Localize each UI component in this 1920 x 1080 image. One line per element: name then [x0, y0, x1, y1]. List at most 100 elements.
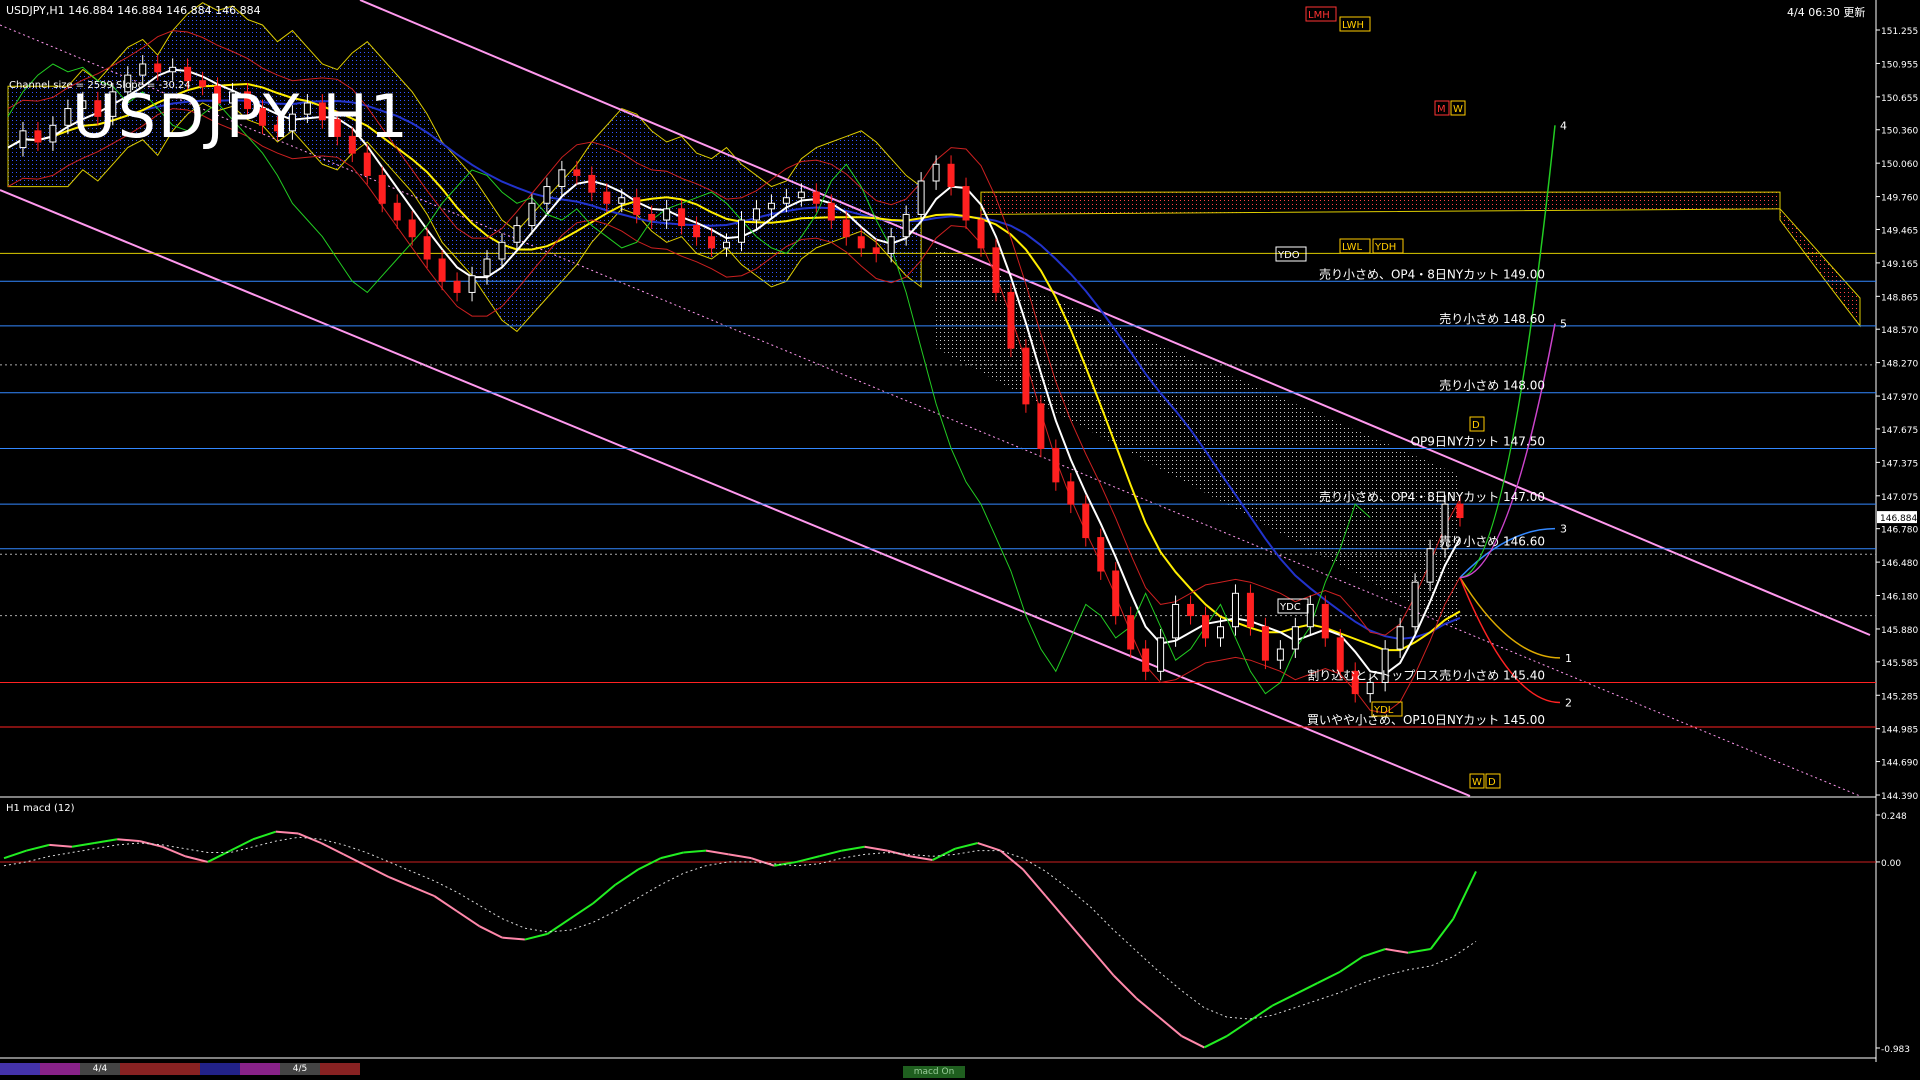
- candle-body: [1276, 648, 1284, 661]
- marker-label: YDO: [1277, 250, 1300, 261]
- macd-line-seg: [954, 842, 979, 850]
- macd-line-seg: [1181, 1035, 1205, 1049]
- candle-body: [1172, 603, 1180, 639]
- macd-line-seg: [705, 849, 729, 856]
- time-tab[interactable]: [320, 1063, 360, 1075]
- candle-body: [423, 236, 431, 260]
- level-label: 売り小さめ 148.60: [1439, 311, 1545, 326]
- macd-line-seg: [1090, 948, 1115, 977]
- projection-label: 4: [1560, 119, 1567, 132]
- candle-body: [797, 191, 805, 199]
- macd-line-seg: [1248, 1004, 1273, 1022]
- candle-body: [842, 219, 850, 238]
- price-tick-label: 151.255: [1881, 27, 1918, 37]
- update-time: 4/4 06:30 更新: [1787, 6, 1866, 19]
- macd-line-seg: [71, 842, 95, 848]
- marker-label: W: [1472, 777, 1482, 788]
- price-tick-label: 146.480: [1881, 559, 1918, 569]
- time-tab[interactable]: 4/5: [280, 1063, 320, 1075]
- candle-body: [1142, 648, 1150, 672]
- candle-body: [453, 280, 461, 293]
- price-tick-label: 146.180: [1881, 593, 1918, 603]
- macd-line-seg: [411, 885, 435, 897]
- time-tab[interactable]: 4/4: [80, 1063, 120, 1075]
- macd-line-seg: [660, 851, 684, 860]
- macd-line-seg: [343, 853, 367, 867]
- time-tab[interactable]: [160, 1063, 200, 1075]
- macd-axis: 0.248 0.00 -0.983: [1876, 812, 1910, 1055]
- projection-label: 1: [1565, 652, 1572, 665]
- level-label: 売り小さめ、OP4・8日NYカット 149.00: [1319, 266, 1545, 281]
- level-label: OP9日NYカット 147.50: [1411, 434, 1545, 448]
- candle-body: [663, 208, 671, 221]
- macd-line-seg: [932, 847, 956, 861]
- candle-body: [1022, 347, 1030, 405]
- marker-label: YDH: [1374, 242, 1396, 253]
- candle-body: [588, 174, 596, 193]
- macd-line-seg: [728, 853, 752, 860]
- marker-label: YDL: [1373, 705, 1394, 716]
- candle-body: [573, 169, 581, 176]
- candle-body: [498, 241, 506, 260]
- macd-pane: [0, 830, 1876, 1049]
- macd-tick-label: 0.00: [1881, 859, 1901, 869]
- candle-body: [1007, 291, 1015, 349]
- price-axis: 151.255 150.955 150.655 150.360 150.060 149.7…: [1876, 27, 1918, 802]
- level-label: 売り小さめ、OP4・8日NYカット 147.00: [1319, 489, 1545, 504]
- candle-body: [872, 247, 880, 254]
- candle-body: [1426, 548, 1434, 583]
- macd-line-seg: [320, 842, 345, 856]
- candle-body: [378, 174, 386, 204]
- macd-line-seg: [1294, 982, 1318, 996]
- time-tab[interactable]: [120, 1063, 160, 1075]
- macd-title: H1 macd (12): [6, 803, 75, 814]
- candle-body: [1127, 615, 1135, 650]
- candle-body: [139, 63, 147, 76]
- candle-body: [19, 130, 27, 149]
- candle-body: [932, 163, 940, 182]
- candle-body: [438, 258, 446, 282]
- candle-body: [184, 66, 192, 82]
- marker-label: YDC: [1279, 602, 1301, 613]
- candle-body: [1396, 626, 1404, 650]
- candle-body: [64, 108, 72, 126]
- macd-line-seg: [999, 849, 1024, 871]
- level-label: 買いやや小さめ、OP10日NYカット 145.00: [1307, 713, 1545, 727]
- price-tick-label: 148.570: [1881, 326, 1918, 336]
- candle-body: [618, 197, 626, 204]
- price-tick-label: 144.390: [1881, 792, 1918, 802]
- candle-body: [1291, 626, 1299, 650]
- candle-body: [1202, 615, 1210, 639]
- macd-line-seg: [1022, 868, 1047, 897]
- macd-line-seg: [1317, 970, 1341, 984]
- candle-body: [947, 163, 955, 188]
- candle-body: [648, 213, 656, 221]
- macd-line-seg: [139, 840, 163, 848]
- price-tick-label: 147.970: [1881, 393, 1918, 403]
- price-tick-label: 147.375: [1881, 459, 1918, 469]
- macd-line-seg: [365, 864, 390, 878]
- macd-line-seg: [1339, 955, 1364, 973]
- macd-line-seg: [230, 838, 254, 852]
- candle-body: [917, 180, 925, 215]
- macd-line-seg: [433, 895, 458, 912]
- candle-body: [857, 236, 865, 249]
- macd-tab[interactable]: macd On: [903, 1066, 965, 1078]
- candle-body: [34, 130, 42, 143]
- time-tab[interactable]: [240, 1063, 280, 1075]
- price-tick-label: 148.270: [1881, 360, 1918, 370]
- macd-line-seg: [1067, 921, 1092, 950]
- time-tab[interactable]: [200, 1063, 240, 1075]
- marker-label: M: [1437, 104, 1446, 115]
- chart-frame: 1 2 3 4 5 売り小さめ、OP4・8日NYカット 149.00 売り小さめ 148.…: [0, 0, 1918, 1062]
- macd-line-seg: [1407, 948, 1431, 954]
- time-tab[interactable]: [40, 1063, 80, 1075]
- macd-line-seg: [524, 932, 548, 941]
- macd-line-seg: [1135, 997, 1160, 1018]
- level-label: 売り小さめ 146.60: [1439, 534, 1545, 549]
- candle-body: [393, 202, 401, 221]
- time-tab[interactable]: [0, 1063, 40, 1075]
- price-tick-label: 147.675: [1881, 426, 1918, 436]
- macd-line-seg: [1044, 895, 1070, 924]
- macd-line-seg: [819, 849, 843, 858]
